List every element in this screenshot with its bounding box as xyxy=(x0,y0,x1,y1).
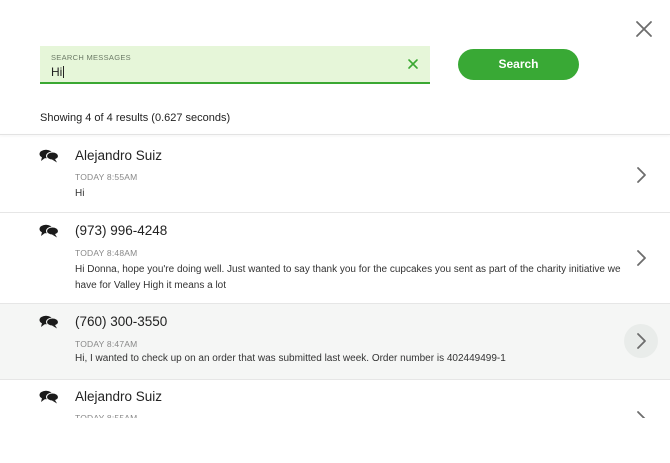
message-timestamp: TODAY 8:48AM xyxy=(75,248,138,258)
chevron-right-icon[interactable] xyxy=(634,166,648,184)
result-item[interactable]: (760) 300-3550 TODAY 8:47AM Hi, I wanted… xyxy=(0,304,670,380)
result-item[interactable]: (973) 996-4248 TODAY 8:48AM Hi Donna, ho… xyxy=(0,213,670,304)
chat-bubbles-icon xyxy=(39,149,59,163)
message-snippet: Hi, I wanted to check up on an order tha… xyxy=(75,353,506,364)
results-count: Showing 4 of 4 results (0.627 seconds) xyxy=(40,112,231,124)
message-timestamp: TODAY 8:47AM xyxy=(75,339,138,349)
close-icon xyxy=(636,21,652,37)
search-label: SEARCH MESSAGES xyxy=(51,53,131,62)
chat-bubbles-icon xyxy=(39,315,59,329)
contact-name: Alejandro Suiz xyxy=(75,389,163,404)
search-input[interactable]: Hi xyxy=(51,65,381,81)
list-bottom-cutoff xyxy=(0,418,670,463)
chat-bubbles-icon xyxy=(39,224,59,238)
chevron-right-icon[interactable] xyxy=(634,249,648,267)
result-item[interactable]: Alejandro Suiz TODAY 8:55AM Hi xyxy=(0,135,670,213)
message-timestamp: TODAY 8:55AM xyxy=(75,172,138,182)
chevron-right-icon[interactable] xyxy=(634,332,648,350)
search-value: Hi xyxy=(51,65,63,79)
close-button[interactable] xyxy=(632,17,656,41)
contact-name: Alejandro Suiz xyxy=(75,148,163,163)
chat-bubbles-icon xyxy=(39,390,59,404)
clear-search-button[interactable] xyxy=(406,57,420,71)
text-caret xyxy=(63,66,65,78)
message-snippet: Hi Donna, hope you're doing well. Just w… xyxy=(75,264,621,291)
search-messages-field[interactable]: SEARCH MESSAGES Hi xyxy=(40,46,430,84)
message-snippet: Hi xyxy=(75,188,85,199)
search-results-list[interactable]: Alejandro Suiz TODAY 8:55AM Hi (973) 996… xyxy=(0,135,670,463)
search-button[interactable]: Search xyxy=(458,49,579,80)
contact-name: (760) 300-3550 xyxy=(75,314,168,329)
contact-name: (973) 996-4248 xyxy=(75,223,168,238)
clear-icon xyxy=(408,59,418,69)
